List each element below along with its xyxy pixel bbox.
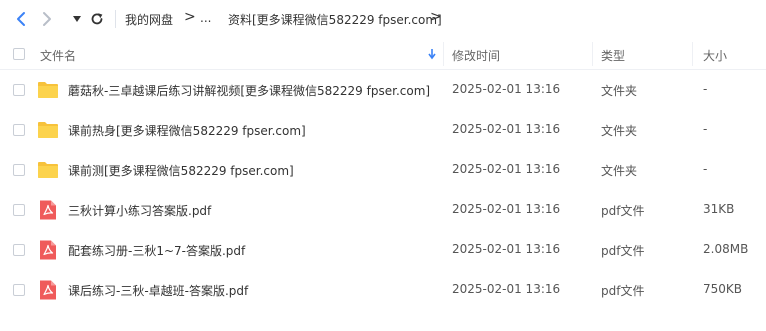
column-divider[interactable] bbox=[692, 42, 693, 66]
column-header-size[interactable]: 大小 bbox=[703, 47, 727, 64]
refresh-icon bbox=[91, 13, 103, 25]
column-divider[interactable] bbox=[443, 42, 444, 66]
pdf-icon bbox=[40, 280, 56, 300]
folder-icon bbox=[38, 162, 58, 178]
chevron-right-icon bbox=[43, 12, 51, 26]
file-row[interactable]: 课前测[更多课程微信582229 fpser.com] 2025-02-01 1… bbox=[0, 150, 766, 190]
file-list-header: 文件名 修改时间 类型 大小 bbox=[0, 38, 766, 70]
breadcrumb-current[interactable]: 资料[更多课程微信582229 fpser.com] bbox=[228, 11, 442, 28]
row-checkbox[interactable] bbox=[13, 124, 25, 136]
file-modified: 2025-02-01 13:16 bbox=[452, 202, 561, 216]
breadcrumb-ellipsis[interactable]: ... bbox=[200, 11, 211, 25]
file-type: 文件夹 bbox=[601, 164, 638, 178]
file-modified: 2025-02-01 13:16 bbox=[452, 162, 561, 176]
breadcrumb-separator[interactable]: > bbox=[430, 9, 442, 25]
file-size: - bbox=[703, 82, 708, 96]
file-name[interactable]: 配套练习册-三秋1~7-答案版.pdf bbox=[68, 242, 245, 259]
select-all-checkbox[interactable] bbox=[13, 48, 25, 60]
file-type: 文件夹 bbox=[601, 124, 638, 138]
pdf-icon bbox=[40, 240, 56, 260]
file-modified: 2025-02-01 13:16 bbox=[452, 122, 561, 136]
refresh-button[interactable] bbox=[86, 8, 108, 30]
column-header-modified[interactable]: 修改时间 bbox=[452, 47, 500, 64]
file-row[interactable]: 配套练习册-三秋1~7-答案版.pdf 2025-02-01 13:16 pdf… bbox=[0, 230, 766, 270]
file-size: - bbox=[703, 122, 708, 136]
caret-down-icon bbox=[73, 16, 81, 22]
history-dropdown-button[interactable] bbox=[66, 8, 88, 30]
row-checkbox[interactable] bbox=[13, 164, 25, 176]
row-checkbox[interactable] bbox=[13, 204, 25, 216]
file-size: - bbox=[703, 162, 708, 176]
file-size: 750KB bbox=[703, 282, 743, 296]
forward-button[interactable] bbox=[36, 8, 58, 30]
column-header-type[interactable]: 类型 bbox=[601, 47, 625, 64]
sort-down-arrow-icon[interactable] bbox=[427, 48, 437, 60]
file-modified: 2025-02-01 13:16 bbox=[452, 82, 561, 96]
breadcrumb-separator: > bbox=[184, 9, 196, 25]
row-checkbox[interactable] bbox=[13, 244, 25, 256]
file-name[interactable]: 三秋计算小练习答案版.pdf bbox=[68, 202, 211, 219]
folder-icon bbox=[38, 122, 58, 138]
column-header-name[interactable]: 文件名 bbox=[40, 47, 76, 64]
column-divider[interactable] bbox=[592, 42, 593, 66]
file-name[interactable]: 课前测[更多课程微信582229 fpser.com] bbox=[68, 162, 294, 179]
pdf-icon bbox=[40, 200, 56, 220]
file-row[interactable]: 三秋计算小练习答案版.pdf 2025-02-01 13:16 pdf文件 31… bbox=[0, 190, 766, 230]
file-modified: 2025-02-01 13:16 bbox=[452, 282, 561, 296]
file-row[interactable]: 蘑菇秋-三卓越课后练习讲解视频[更多课程微信582229 fpser.com] … bbox=[0, 70, 766, 110]
file-name[interactable]: 蘑菇秋-三卓越课后练习讲解视频[更多课程微信582229 fpser.com] bbox=[68, 82, 430, 99]
file-size: 2.08MB bbox=[703, 242, 749, 256]
row-checkbox[interactable] bbox=[13, 284, 25, 296]
file-type: pdf文件 bbox=[601, 284, 645, 298]
file-type: pdf文件 bbox=[601, 244, 645, 258]
toolbar-divider bbox=[115, 10, 116, 28]
file-type: pdf文件 bbox=[601, 204, 645, 218]
file-row[interactable]: 课前热身[更多课程微信582229 fpser.com] 2025-02-01 … bbox=[0, 110, 766, 150]
chevron-left-icon bbox=[17, 12, 25, 26]
back-button[interactable] bbox=[10, 8, 32, 30]
file-modified: 2025-02-01 13:16 bbox=[452, 242, 561, 256]
file-size: 31KB bbox=[703, 202, 735, 216]
breadcrumb-root[interactable]: 我的网盘 bbox=[125, 11, 173, 28]
file-row[interactable]: 课后练习-三秋-卓越班-答案版.pdf 2025-02-01 13:16 pdf… bbox=[0, 270, 766, 310]
file-type: 文件夹 bbox=[601, 84, 638, 98]
file-name[interactable]: 课前热身[更多课程微信582229 fpser.com] bbox=[68, 122, 306, 139]
file-name[interactable]: 课后练习-三秋-卓越班-答案版.pdf bbox=[68, 282, 248, 299]
folder-icon bbox=[38, 82, 58, 98]
row-checkbox[interactable] bbox=[13, 84, 25, 96]
toolbar: 我的网盘 > ... 资料[更多课程微信582229 fpser.com] > bbox=[0, 0, 766, 38]
